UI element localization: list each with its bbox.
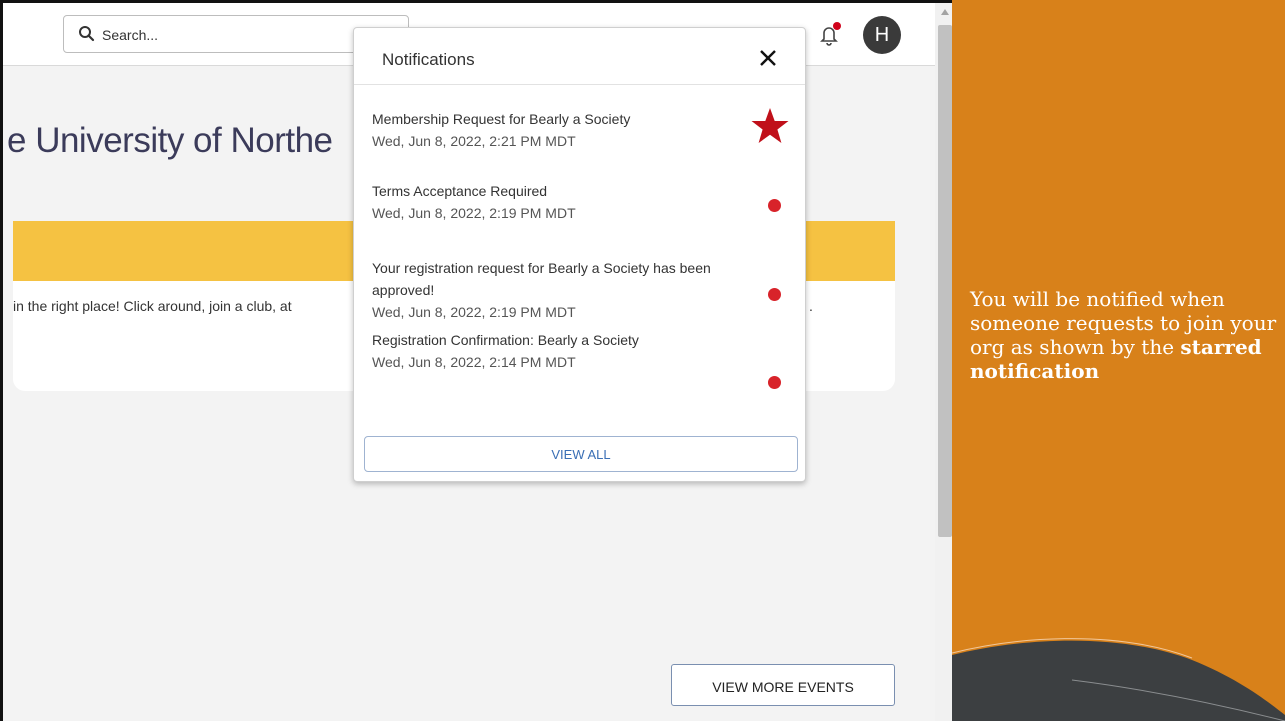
- notifications-title: Notifications: [382, 50, 475, 69]
- notification-badge: [833, 22, 841, 30]
- unread-dot: [768, 199, 781, 212]
- notification-item[interactable]: Your registration request for Bearly a S…: [372, 257, 752, 323]
- star-icon: [751, 108, 789, 143]
- welcome-text-end: .: [809, 298, 813, 314]
- notification-item[interactable]: Membership Request for Bearly a Society …: [372, 108, 742, 152]
- app-screenshot: H e University of Northe in the right pl…: [0, 0, 952, 721]
- notification-item[interactable]: Terms Acceptance Required Wed, Jun 8, 20…: [372, 180, 742, 224]
- scroll-up-arrow-icon[interactable]: [941, 9, 949, 15]
- notification-message: Registration Confirmation: Bearly a Soci…: [372, 332, 639, 348]
- notification-message: Membership Request for Bearly a Society: [372, 111, 631, 127]
- search-icon: [79, 26, 95, 42]
- notification-message: Your registration request for Bearly a S…: [372, 260, 711, 298]
- notification-date: Wed, Jun 8, 2022, 2:19 PM MDT: [372, 304, 576, 320]
- notification-item[interactable]: Registration Confirmation: Bearly a Soci…: [372, 329, 742, 373]
- notification-message: Terms Acceptance Required: [372, 183, 548, 199]
- annotation-panel: You will be notified when someone reques…: [952, 0, 1285, 721]
- notification-date: Wed, Jun 8, 2022, 2:14 PM MDT: [372, 354, 576, 370]
- search-input[interactable]: [100, 22, 394, 48]
- divider: [354, 84, 805, 85]
- unread-dot: [768, 288, 781, 301]
- decorative-wave: [952, 638, 1285, 721]
- annotation-text: You will be notified when someone reques…: [970, 287, 1280, 383]
- view-all-button[interactable]: VIEW ALL: [364, 436, 798, 472]
- scrollbar[interactable]: [935, 3, 952, 721]
- notification-date: Wed, Jun 8, 2022, 2:19 PM MDT: [372, 205, 576, 221]
- scrollbar-thumb[interactable]: [938, 25, 952, 537]
- notification-date: Wed, Jun 8, 2022, 2:21 PM MDT: [372, 133, 576, 149]
- avatar[interactable]: H: [863, 16, 901, 54]
- view-more-events-button[interactable]: VIEW MORE EVENTS: [671, 664, 895, 706]
- welcome-text: in the right place! Click around, join a…: [13, 298, 292, 314]
- notifications-panel: Notifications Membership Request for Bea…: [353, 27, 806, 482]
- page-title: e University of Northe: [7, 121, 333, 160]
- unread-dot: [768, 376, 781, 389]
- close-icon[interactable]: [754, 44, 782, 72]
